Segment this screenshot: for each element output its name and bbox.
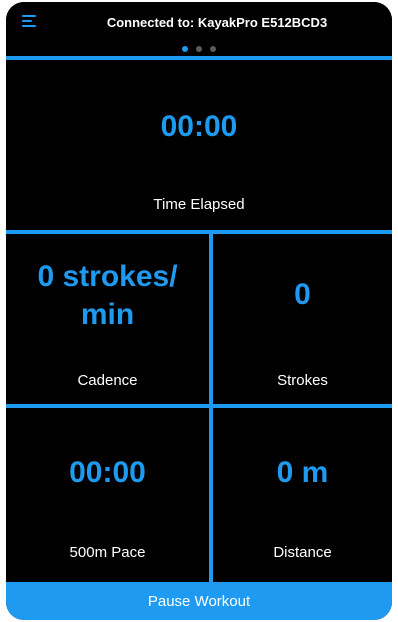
distance-tile[interactable]: 0 m Distance (213, 408, 392, 582)
strokes-label: Strokes (277, 372, 328, 389)
cadence-label: Cadence (77, 372, 138, 389)
page-indicator (6, 46, 392, 52)
page-dot-2[interactable] (196, 46, 202, 52)
pace-value: 00:00 (69, 456, 146, 489)
time-elapsed-label: Time Elapsed (153, 196, 245, 213)
cadence-value-line-2: min (80, 298, 135, 331)
cadence-value: 0 strokes/ min (6, 258, 209, 334)
distance-label: Distance (273, 544, 332, 561)
cadence-value-line-1: 0 strokes/ (37, 260, 178, 293)
time-elapsed-tile[interactable]: 00:00 Time Elapsed (6, 60, 392, 230)
pace-label: 500m Pace (69, 544, 146, 561)
cadence-tile[interactable]: 0 strokes/ min Cadence (6, 234, 209, 404)
pause-workout-button[interactable]: Pause Workout (6, 582, 392, 620)
top-bar: Connected to: KayakPro E512BCD3 (6, 2, 392, 56)
hamburger-menu-icon[interactable] (22, 14, 38, 28)
page-dot-3[interactable] (210, 46, 216, 52)
metrics-grid: 00:00 Time Elapsed 0 strokes/ min Cadenc… (6, 56, 392, 582)
strokes-tile[interactable]: 0 Strokes (213, 234, 392, 404)
page-dot-1[interactable] (182, 46, 188, 52)
distance-value: 0 m (276, 456, 329, 489)
pace-tile[interactable]: 00:00 500m Pace (6, 408, 209, 582)
connection-status: Connected to: KayakPro E512BCD3 (106, 15, 328, 30)
time-elapsed-value: 00:00 (160, 110, 238, 143)
strokes-value: 0 (294, 278, 311, 311)
app-screen: Connected to: KayakPro E512BCD3 00:00 Ti… (6, 2, 392, 620)
